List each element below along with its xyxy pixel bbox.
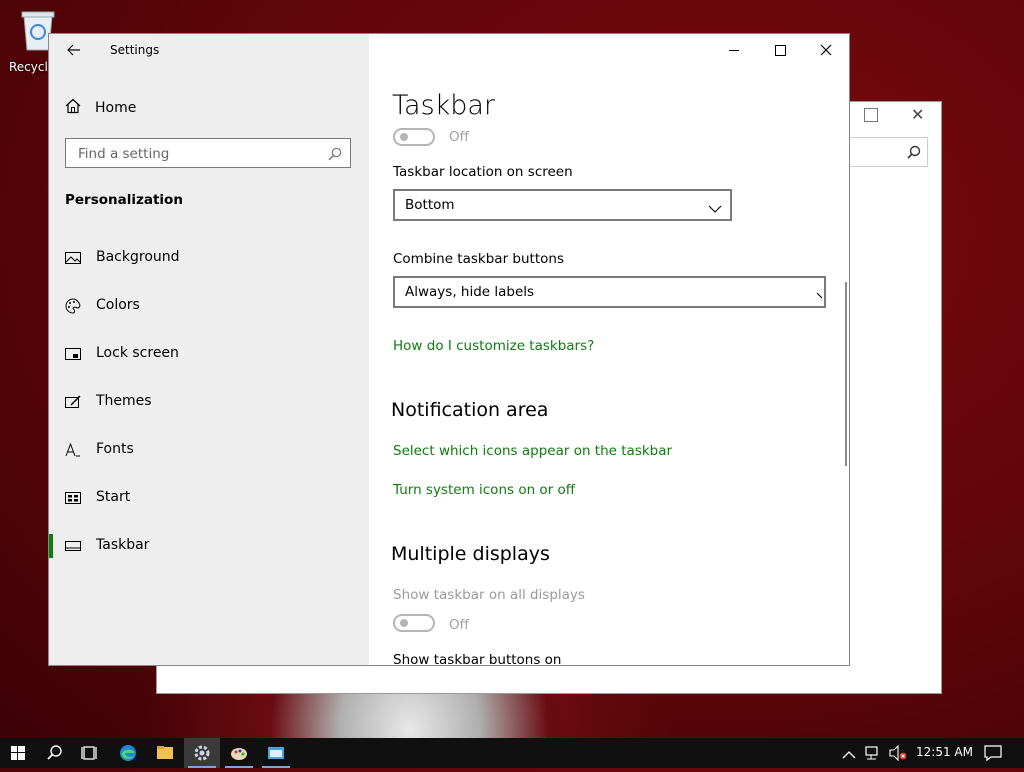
window-app-icon [268, 747, 284, 759]
select-icons-link[interactable]: Select which icons appear on the taskbar [393, 443, 672, 459]
settings-window: Settings Home Personalization Background [48, 33, 850, 666]
page-title: Taskbar [392, 90, 496, 121]
combine-label: Combine taskbar buttons [393, 251, 564, 267]
sidebar-item-label: Start [96, 489, 131, 505]
maximize-icon[interactable] [864, 108, 878, 122]
sidebar-item-colors[interactable]: Colors [49, 282, 369, 330]
sidebar-item-taskbar[interactable]: Taskbar [49, 522, 369, 570]
edge-taskbar-button[interactable] [110, 738, 146, 768]
personalization-nav: Background Colors Lock screen Themes Fon… [49, 234, 369, 570]
home-nav-item[interactable]: Home [65, 96, 136, 120]
clock-time[interactable]: 12:51 AM [916, 745, 973, 759]
control-panel-taskbar-button[interactable] [258, 738, 294, 768]
task-view-button[interactable] [72, 738, 108, 768]
back-button[interactable] [63, 40, 85, 60]
sidebar-item-lock-screen[interactable]: Lock screen [49, 330, 369, 378]
network-icon[interactable] [864, 745, 882, 765]
paint-taskbar-button[interactable] [221, 738, 257, 768]
sidebar: Settings Home Personalization Background [49, 34, 369, 665]
chevron-down-icon [816, 286, 824, 305]
search-icon [47, 745, 62, 760]
top-toggle-state: Off [449, 129, 469, 145]
window-controls [711, 34, 849, 66]
minimize-button[interactable] [711, 34, 757, 66]
task-view-icon [81, 746, 97, 760]
start-menu-icon [65, 490, 81, 506]
taskbar-icon [65, 538, 81, 554]
toggle-knob [400, 619, 408, 627]
main-content: Taskbar Off Taskbar location on screen B… [369, 34, 849, 665]
close-icon [820, 44, 832, 56]
customize-taskbars-link[interactable]: How do I customize taskbars? [393, 338, 594, 354]
toggle-knob [400, 133, 408, 141]
search-field[interactable] [849, 137, 928, 167]
show-all-displays-toggle[interactable] [393, 614, 435, 632]
window-title: Settings [110, 43, 160, 57]
sidebar-item-background[interactable]: Background [49, 234, 369, 282]
top-toggle-switch[interactable] [393, 128, 435, 146]
settings-taskbar-button[interactable] [184, 738, 220, 768]
sidebar-item-themes[interactable]: Themes [49, 378, 369, 426]
sidebar-item-label: Lock screen [96, 345, 179, 361]
sidebar-item-label: Colors [96, 297, 140, 313]
active-indicator [49, 534, 53, 558]
lock-screen-icon [65, 346, 81, 362]
edge-browser-icon [120, 745, 136, 761]
windows-logo-icon [11, 746, 25, 760]
search-icon [907, 144, 921, 163]
find-setting-search[interactable] [65, 138, 351, 168]
sidebar-item-fonts[interactable]: Fonts [49, 426, 369, 474]
picture-icon [65, 250, 81, 266]
show-buttons-on-label: Show taskbar buttons on [393, 652, 562, 666]
location-label: Taskbar location on screen [393, 164, 573, 180]
palette-icon [65, 298, 81, 314]
sidebar-item-label: Fonts [96, 441, 134, 457]
volume-muted-icon[interactable] [888, 744, 908, 765]
taskbar: 12:51 AM [0, 738, 1024, 768]
location-dropdown[interactable]: Bottom [393, 189, 732, 221]
action-center-icon[interactable] [984, 745, 1002, 765]
sidebar-item-start[interactable]: Start [49, 474, 369, 522]
chevron-down-icon [708, 199, 722, 218]
section-title: Personalization [65, 192, 183, 208]
gear-icon [194, 745, 210, 761]
show-all-displays-label: Show taskbar on all displays [393, 587, 585, 603]
font-icon [65, 442, 81, 458]
combine-value: Always, hide labels [405, 284, 535, 300]
maximize-button[interactable] [757, 34, 803, 66]
search-taskbar-button[interactable] [36, 738, 72, 768]
show-all-displays-state: Off [449, 617, 469, 633]
sidebar-item-label: Background [96, 249, 180, 265]
paint-palette-icon [231, 748, 247, 760]
back-arrow-icon [67, 44, 80, 56]
location-value: Bottom [405, 197, 455, 213]
notification-area-heading: Notification area [391, 399, 549, 421]
sidebar-item-label: Themes [96, 393, 152, 409]
home-icon [65, 98, 81, 118]
search-icon [328, 146, 342, 165]
system-icons-link[interactable]: Turn system icons on or off [393, 482, 575, 498]
combine-dropdown[interactable]: Always, hide labels [393, 276, 826, 308]
multiple-displays-heading: Multiple displays [391, 543, 550, 565]
folder-icon [157, 746, 173, 759]
brush-icon [65, 394, 81, 410]
file-explorer-taskbar-button[interactable] [147, 738, 183, 768]
scrollbar[interactable] [845, 282, 847, 466]
find-setting-input[interactable] [76, 145, 320, 163]
close-icon[interactable]: ✕ [911, 105, 924, 124]
start-button[interactable] [0, 738, 36, 768]
chevron-up-icon[interactable] [842, 746, 856, 765]
sidebar-item-label: Taskbar [96, 537, 150, 553]
close-button[interactable] [803, 34, 849, 66]
home-label: Home [95, 100, 137, 116]
